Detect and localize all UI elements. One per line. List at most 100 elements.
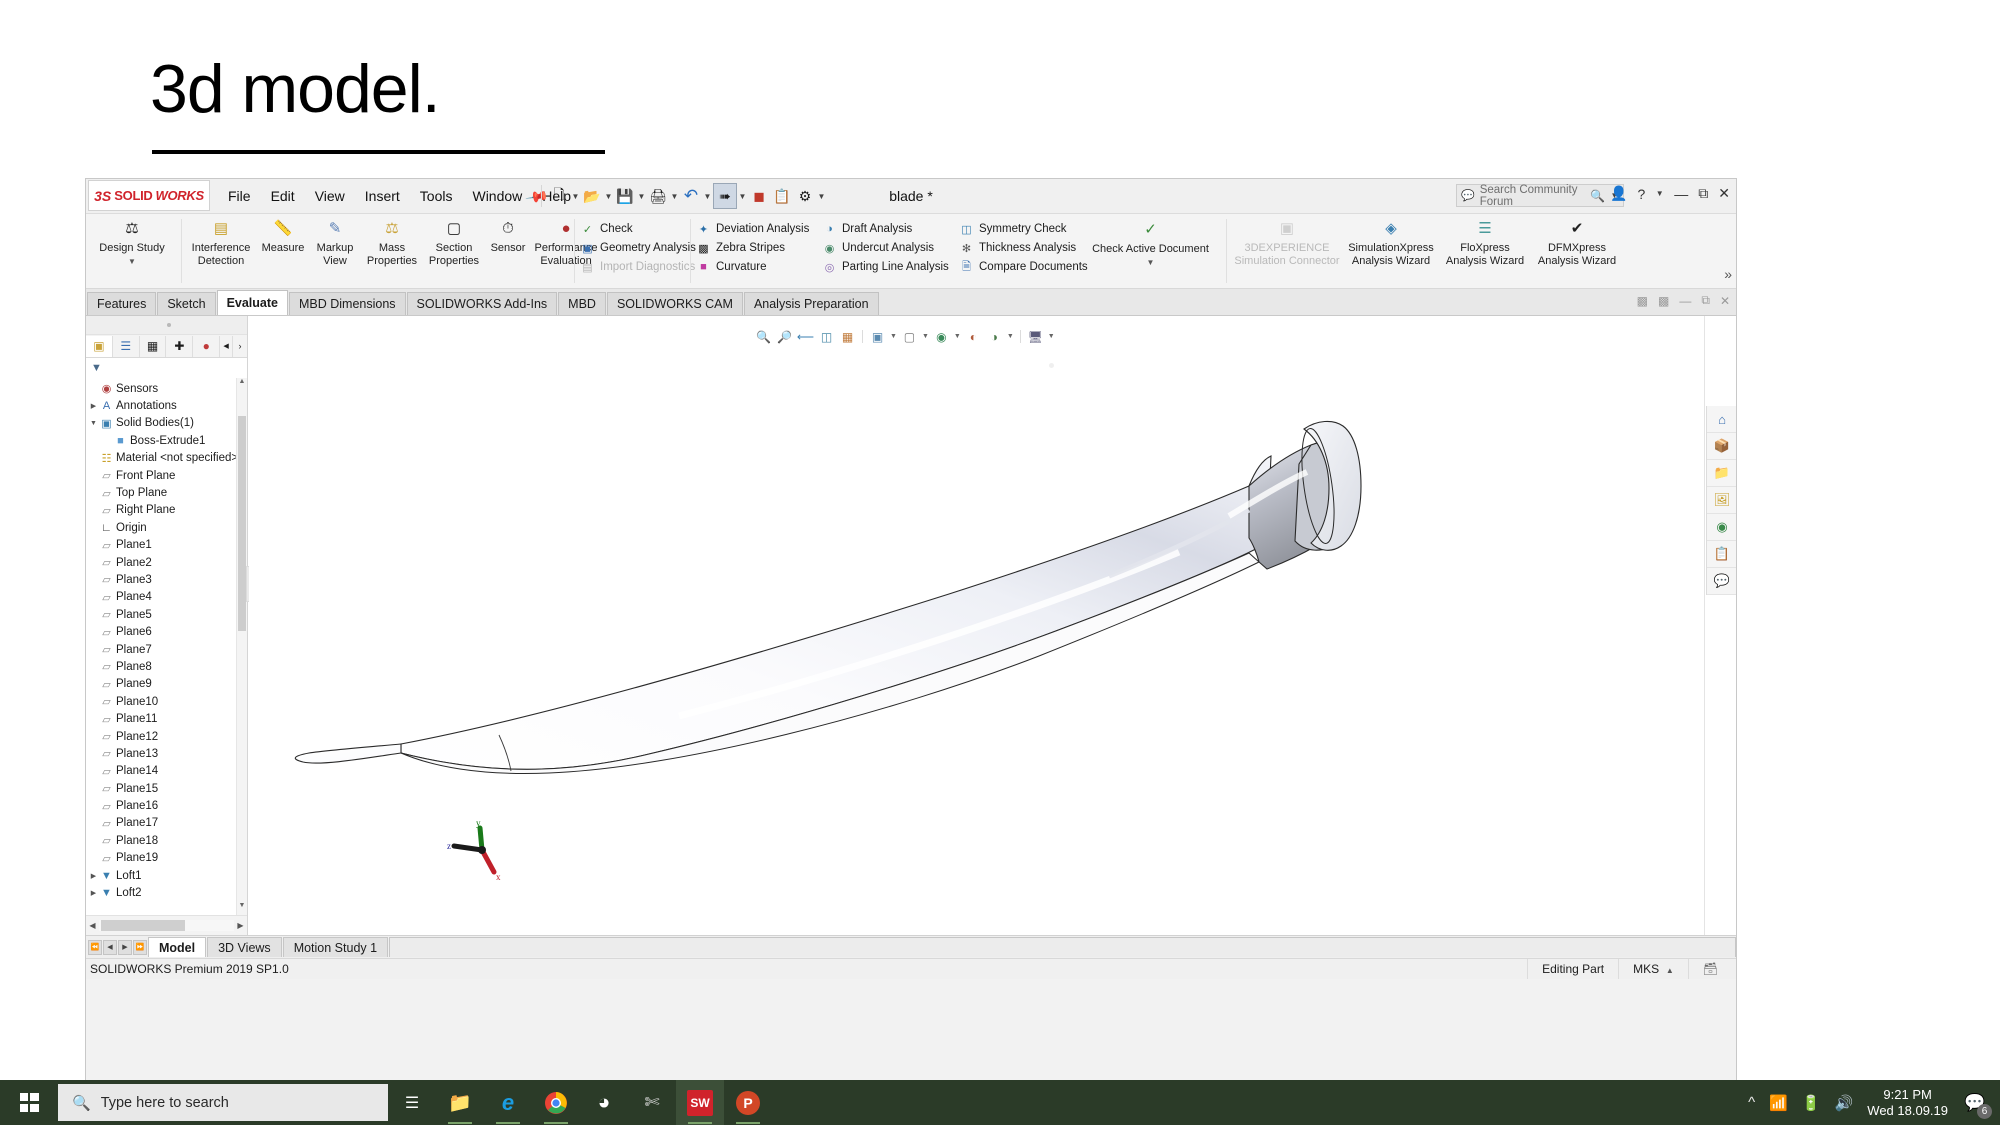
property-manager-tab[interactable]: ☰ [113, 335, 140, 357]
feature-tree-item[interactable]: ▱ Plane13 [86, 745, 247, 762]
design-library-icon[interactable]: 📦 [1707, 433, 1736, 460]
tab-mbd[interactable]: MBD [558, 292, 606, 315]
taskbar-search[interactable]: 🔍 Type here to search [58, 1084, 388, 1121]
feature-tree-item[interactable]: ▱ Plane9 [86, 676, 247, 693]
taskbar-powerpoint[interactable]: P [724, 1080, 772, 1125]
feature-tree-item[interactable]: ▱ Plane2 [86, 554, 247, 571]
feature-tree-item[interactable]: ▼ Loft1 [86, 867, 247, 884]
tree-twisty-icon[interactable] [88, 420, 99, 427]
feature-tree-item[interactable]: ◉ Sensors [86, 380, 247, 397]
task-view-button[interactable]: ☰ [388, 1080, 436, 1125]
feature-tree-item[interactable]: ▱ Plane19 [86, 850, 247, 867]
battery-warning-icon[interactable]: 🔋 [1802, 1094, 1821, 1112]
taskbar-snipping-tool[interactable]: ✄ [628, 1080, 676, 1125]
simulationxpress-wizard-button[interactable]: ◈ SimulationXpress Analysis Wizard [1342, 216, 1440, 267]
symmetry-check-button[interactable]: ◫ Symmetry Check [959, 220, 1066, 238]
feature-tree-item[interactable]: ▱ Plane5 [86, 606, 247, 623]
help-caret[interactable]: ▼ [1655, 189, 1664, 198]
hscroll-track[interactable] [99, 920, 234, 931]
bottom-tab-3d-views[interactable]: 3D Views [207, 937, 282, 957]
action-center-button[interactable]: 💬 6 [1962, 1090, 1992, 1119]
hscroll-left-arrow[interactable]: ◀ [86, 921, 99, 930]
search-input[interactable]: Search Community Forum [1480, 184, 1585, 208]
feature-tree-item[interactable]: ▱ Right Plane [86, 502, 247, 519]
tab-features[interactable]: Features [87, 292, 157, 315]
feature-tree[interactable]: ◉ Sensors A Annotations ▣ Solid Bodies(1) ■ Bos… [86, 378, 247, 915]
tab-solidworks-add-ins[interactable]: SOLIDWORKS Add-Ins [406, 292, 558, 315]
compare-documents-button[interactable]: 🗎 Compare Documents [959, 258, 1088, 276]
user-account-icon[interactable]: 👤 [1610, 185, 1627, 202]
tab-next-button[interactable]: ▶ [118, 939, 132, 955]
design-study-caret[interactable]: ▼ [90, 256, 174, 269]
hscroll-right-arrow[interactable]: ▶ [234, 921, 247, 930]
tree-twisty-icon[interactable] [88, 402, 99, 410]
scroll-thumb[interactable] [238, 416, 246, 631]
tile-right-button[interactable]: ▩ [1658, 294, 1669, 308]
zebra-stripes-button[interactable]: ▩ Zebra Stripes [696, 239, 785, 257]
feature-tree-hscrollbar[interactable]: ◀ ▶ [86, 915, 247, 935]
tab-sketch[interactable]: Sketch [157, 292, 216, 315]
dfmxpress-wizard-button[interactable]: ✔ DFMXpress Analysis Wizard [1530, 216, 1624, 267]
wifi-icon[interactable]: 📶 [1769, 1094, 1788, 1112]
bottom-tab-model[interactable]: Model [148, 937, 207, 957]
design-study-button[interactable]: ⚖ Design Study ▼ [90, 216, 174, 268]
status-units-caret[interactable]: ▲ [1666, 966, 1674, 975]
feature-tree-item[interactable]: ▱ Plane11 [86, 710, 247, 727]
check-button[interactable]: ✓ Check [580, 220, 633, 238]
display-manager-tab[interactable]: ● [193, 335, 221, 357]
sensor-button[interactable]: ⏱ Sensor [485, 216, 531, 255]
tree-twisty-icon[interactable] [88, 889, 99, 897]
taskbar-google-chrome[interactable] [532, 1080, 580, 1125]
taskbar-internet-explorer[interactable]: e [484, 1080, 532, 1125]
show-hidden-icons-icon[interactable]: ^ [1748, 1094, 1755, 1111]
feature-tree-item[interactable]: ▱ Plane16 [86, 797, 247, 814]
feature-tree-item[interactable]: ☷ Material <not specified> [86, 450, 247, 467]
bottom-tab-motion-study[interactable]: Motion Study 1 [282, 937, 389, 957]
minimize-button[interactable]: — [1674, 186, 1688, 202]
feature-manager-grip[interactable] [86, 316, 247, 335]
markup-view-button[interactable]: ✎ Markup View [309, 216, 361, 267]
feature-tree-filter[interactable]: ▼ [86, 358, 247, 379]
solidworks-resources-icon[interactable]: ⌂ [1707, 406, 1736, 433]
view-palette-icon[interactable]: 🖼 [1707, 487, 1736, 514]
doc-minimize-button[interactable]: — [1679, 294, 1691, 308]
appearances-scenes-icon[interactable]: ◉ [1707, 514, 1736, 541]
feature-tree-item[interactable]: ▣ Solid Bodies(1) [86, 415, 247, 432]
feature-tree-item[interactable]: ■ Boss-Extrude1 [86, 432, 247, 449]
floxpress-wizard-button[interactable]: ☰ FloXpress Analysis Wizard [1440, 216, 1530, 267]
feature-tree-item[interactable]: ▼ Loft2 [86, 884, 247, 901]
file-explorer-icon[interactable]: 📁 [1707, 460, 1736, 487]
graphics-area[interactable]: 🔍 🔎 ⟵ ◫ ▦ ▣ ▼ ▢ ▼ ◉ ▼ ◐ ◑ ▼ 🖥 ▼ x y z [249, 316, 1705, 935]
start-button[interactable] [0, 1080, 58, 1125]
mass-properties-button[interactable]: ⚖ Mass Properties [361, 216, 423, 267]
measure-button[interactable]: 📏 Measure [257, 216, 309, 255]
dimxpert-manager-tab[interactable]: ✚ [166, 335, 194, 357]
check-active-document-caret[interactable]: ▼ [1088, 257, 1213, 270]
draft-analysis-button[interactable]: ◑ Draft Analysis [822, 220, 912, 238]
search-input[interactable]: Type here to search [101, 1095, 229, 1111]
layers-icon[interactable]: 🗃 [1687, 959, 1732, 979]
feature-tree-item[interactable]: ▱ Plane10 [86, 693, 247, 710]
taskbar-file-explorer[interactable]: 📁 [436, 1080, 484, 1125]
volume-icon[interactable]: 🔊 [1835, 1094, 1854, 1112]
feature-tree-scrollbar[interactable]: ▲ ▼ [236, 378, 247, 915]
check-active-document-button[interactable]: ✓ Check Active Document ▼ [1088, 216, 1213, 269]
doc-restore-button[interactable]: ⧉ [1701, 293, 1710, 308]
search-community-forum[interactable]: 💬 Search Community Forum 🔍 ▼ [1456, 184, 1624, 208]
interference-detection-button[interactable]: ▤ Interference Detection [185, 216, 257, 267]
tab-evaluate[interactable]: Evaluate [216, 290, 288, 315]
feature-tree-item[interactable]: ∟ Origin [86, 519, 247, 536]
scroll-down-arrow[interactable]: ▼ [237, 902, 247, 915]
custom-properties-icon[interactable]: 📋 [1707, 541, 1736, 568]
scroll-up-arrow[interactable]: ▲ [237, 378, 247, 391]
tile-left-button[interactable]: ▩ [1637, 294, 1648, 308]
status-units[interactable]: MKS ▲ [1618, 959, 1688, 979]
feature-tree-item[interactable]: ▱ Plane15 [86, 780, 247, 797]
parting-line-analysis-button[interactable]: ◎ Parting Line Analysis [822, 258, 949, 276]
feature-tree-item[interactable]: ▱ Plane17 [86, 815, 247, 832]
tab-solidworks-cam[interactable]: SOLIDWORKS CAM [606, 292, 743, 315]
feature-tree-item[interactable]: A Annotations [86, 397, 247, 414]
doc-close-button[interactable]: ✕ [1720, 294, 1730, 308]
feature-manager-tabs-next[interactable]: › [233, 336, 247, 357]
tab-analysis-preparation[interactable]: Analysis Preparation [743, 292, 879, 315]
